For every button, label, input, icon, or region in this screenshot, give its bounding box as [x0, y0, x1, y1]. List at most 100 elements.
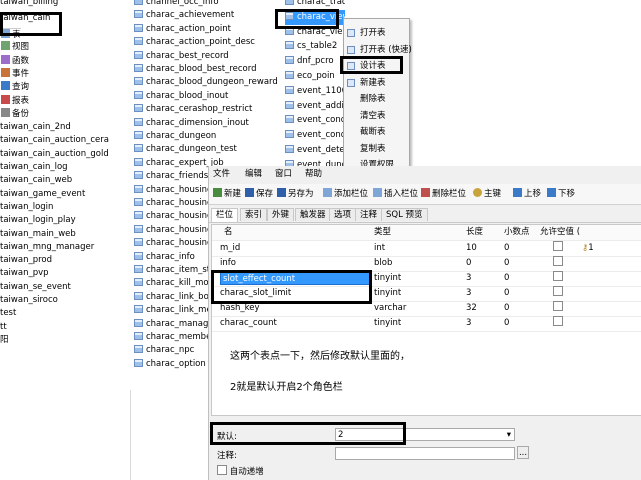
- cell-dec[interactable]: 0: [504, 286, 509, 301]
- cell-dec[interactable]: 0: [504, 301, 509, 316]
- tree-item[interactable]: taiwan_siroco: [0, 294, 58, 307]
- cell-type[interactable]: varchar: [374, 301, 406, 316]
- tree-item[interactable]: 表: [0, 28, 21, 42]
- tree-item[interactable]: taiwan_cain_web: [0, 174, 72, 187]
- context-menu-item[interactable]: 打开表: [344, 25, 409, 41]
- context-menu-item[interactable]: 截断表: [344, 124, 409, 140]
- cell-len[interactable]: 3: [466, 316, 471, 331]
- context-menu-item[interactable]: 设计表: [344, 58, 409, 74]
- cell-name[interactable]: charac_count: [220, 316, 277, 331]
- tree-item[interactable]: taiwan_cain_log: [0, 161, 68, 174]
- delete-field-button[interactable]: 删除栏位: [421, 187, 466, 201]
- context-menu-item[interactable]: 新建表: [344, 75, 409, 91]
- menu-edit[interactable]: 编辑: [245, 167, 262, 179]
- tree-item[interactable]: tt: [0, 321, 7, 334]
- comment-ellipsis-button[interactable]: ...: [517, 446, 529, 459]
- tree-item[interactable]: taiwan_cain_2nd: [0, 121, 71, 134]
- nullable-checkbox[interactable]: [553, 316, 563, 331]
- cell-len[interactable]: 32: [466, 301, 477, 316]
- context-menu-item[interactable]: 复制表: [344, 141, 409, 157]
- tree-item[interactable]: taiwan_cain_auction_gold: [0, 148, 109, 161]
- tree-item[interactable]: taiwan_login_play: [0, 214, 76, 227]
- tree-item[interactable]: 查询: [0, 81, 29, 94]
- save-as-button[interactable]: 另存为: [277, 187, 314, 201]
- save-button[interactable]: 保存: [245, 187, 273, 201]
- tree-item[interactable]: taiwan_cain: [0, 12, 50, 25]
- cell-name[interactable]: m_id: [220, 241, 240, 256]
- cell-dec[interactable]: 0: [504, 256, 509, 271]
- tree-item[interactable]: 视图: [0, 41, 29, 54]
- table-item[interactable]: event_cond: [285, 113, 345, 128]
- default-value-field[interactable]: 2 ▾: [335, 428, 515, 441]
- table-item[interactable]: event_cond: [285, 128, 345, 143]
- tree-item[interactable]: taiwan_cain_auction_cera: [0, 134, 109, 147]
- table-row[interactable]: hash_key varchar 32 0: [212, 301, 641, 317]
- cell-len[interactable]: 3: [466, 271, 471, 286]
- tree-item[interactable]: test: [0, 307, 16, 320]
- tree-item[interactable]: taiwan_pvp: [0, 267, 49, 280]
- cell-dec[interactable]: 0: [504, 271, 509, 286]
- nullable-checkbox[interactable]: [553, 241, 563, 256]
- table-row[interactable]: slot_effect_count tinyint 3 0: [212, 271, 641, 287]
- tree-item[interactable]: taiwan_game_event: [0, 188, 85, 201]
- cell-type[interactable]: tinyint: [374, 286, 401, 301]
- cell-type[interactable]: tinyint: [374, 316, 401, 331]
- menu-help[interactable]: 帮助: [305, 167, 322, 179]
- nullable-checkbox[interactable]: [553, 301, 563, 316]
- database-tree[interactable]: taiwan_billing taiwan_cain 表视图 函数 事件 查询 报表 备份 ta…: [0, 0, 131, 480]
- tree-item[interactable]: taiwan_prod: [0, 254, 52, 267]
- tab-comment[interactable]: 注释: [355, 208, 383, 221]
- tree-item[interactable]: taiwan_billing: [0, 0, 58, 9]
- context-menu-item[interactable]: 打开表 (快速): [344, 42, 412, 58]
- nullable-checkbox[interactable]: [553, 271, 563, 286]
- fields-grid[interactable]: 名 类型 长度 小数点 允许空值 ( m_id int 10 0 ⚷1 info blob 0…: [211, 224, 641, 416]
- table-item[interactable]: charac_view: [285, 25, 345, 40]
- cell-name[interactable]: hash_key: [220, 301, 260, 316]
- tree-item[interactable]: 阳: [0, 334, 9, 347]
- table-row[interactable]: info blob 0 0: [212, 256, 641, 272]
- cell-dec[interactable]: 0: [504, 241, 509, 256]
- table-row[interactable]: charac_count tinyint 3 0: [212, 316, 641, 332]
- table-item[interactable]: event_detec: [285, 143, 345, 158]
- tree-item[interactable]: 事件: [0, 67, 29, 81]
- comment-field[interactable]: [335, 447, 515, 460]
- tree-item[interactable]: 备份: [0, 107, 29, 121]
- tab-options[interactable]: 选项: [329, 208, 357, 221]
- tree-item[interactable]: taiwan_login: [0, 201, 53, 214]
- table-item[interactable]: event_addit: [285, 99, 345, 114]
- table-row[interactable]: m_id int 10 0 ⚷1: [212, 241, 641, 257]
- cell-type[interactable]: blob: [374, 256, 392, 271]
- cell-type[interactable]: tinyint: [374, 271, 401, 286]
- context-menu-item[interactable]: 删除表: [344, 91, 409, 107]
- autoinc-checkbox[interactable]: [217, 465, 227, 475]
- table-item[interactable]: dnf_pcro: [285, 54, 334, 69]
- add-field-button[interactable]: 添加栏位: [323, 187, 368, 201]
- cell-name[interactable]: info: [220, 256, 236, 271]
- move-up-button[interactable]: 上移: [513, 187, 541, 201]
- nullable-checkbox[interactable]: [553, 256, 563, 271]
- tree-item[interactable]: 报表: [0, 94, 29, 108]
- cell-name[interactable]: slot_effect_count: [220, 271, 370, 285]
- cell-len[interactable]: 3: [466, 286, 471, 301]
- move-down-button[interactable]: 下移: [547, 187, 575, 201]
- autoinc-row[interactable]: 自动递增: [217, 465, 264, 477]
- cell-len[interactable]: 0: [466, 256, 471, 271]
- cell-dec[interactable]: 0: [504, 316, 509, 331]
- insert-field-button[interactable]: 插入栏位: [373, 187, 418, 201]
- tab-foreign-keys[interactable]: 外键: [267, 208, 295, 221]
- tab-indexes[interactable]: 索引: [240, 208, 268, 221]
- primary-key-button[interactable]: 主键: [473, 187, 501, 201]
- table-item[interactable]: charac_trade_limit_info: [285, 0, 345, 10]
- tree-item[interactable]: taiwan_mng_manager: [0, 241, 94, 254]
- new-button[interactable]: 新建: [213, 187, 241, 201]
- nullable-checkbox[interactable]: [553, 286, 563, 301]
- table-item[interactable]: event_1106: [285, 84, 345, 99]
- tab-sql-preview[interactable]: SQL 预览: [381, 208, 428, 221]
- tab-triggers[interactable]: 触发器: [295, 208, 331, 221]
- context-menu-item[interactable]: 清空表: [344, 108, 409, 124]
- table-item[interactable]: eco_poin: [285, 69, 335, 84]
- cell-len[interactable]: 10: [466, 241, 477, 256]
- tab-fields[interactable]: 栏位: [211, 208, 239, 222]
- cell-type[interactable]: int: [374, 241, 385, 256]
- table-item[interactable]: charac_view: [285, 9, 345, 25]
